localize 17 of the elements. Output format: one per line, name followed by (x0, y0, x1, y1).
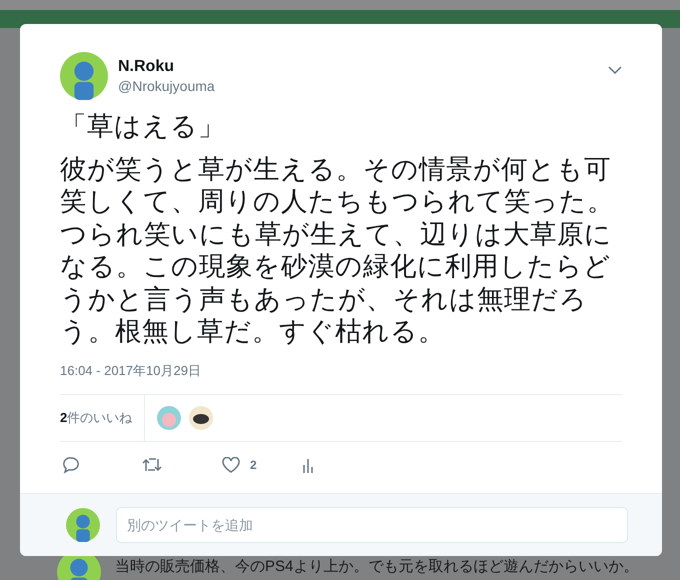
tweet-text: 当時の販売価格、今のPS4より上か。でも元を取れるほど遊んだからいいか。 (115, 557, 638, 577)
tweet-input[interactable]: 別のツイートを追加 (116, 507, 628, 543)
reply-icon[interactable] (62, 456, 80, 474)
tweet-title: 「草はえる」 (60, 110, 226, 142)
heart-icon[interactable] (222, 456, 240, 472)
avatar (66, 508, 100, 542)
like-count: 2 (250, 458, 257, 472)
tweet-text: 彼が笑うと草が生える。その情景が何とも可笑しくて、周りの人たちもつられて笑った。つられ笑いにも草が生えて、辺りは大草原になる。この現象を砂漠の緑化に利用したらどうかと言う声もあったが、それは無理だろう。根無し草だ。すぐ枯れる。 (60, 152, 615, 348)
retweet-icon[interactable] (142, 456, 162, 472)
likes-count[interactable]: 2件のいいね (60, 408, 132, 426)
user-name[interactable]: N.Roku (118, 58, 598, 76)
avatar (60, 52, 108, 100)
user-handle[interactable]: @Nrokujyouma (118, 78, 598, 94)
timestamp[interactable]: 16:04 - 2017年10月29日 (60, 362, 622, 380)
analytics-icon[interactable] (302, 456, 314, 472)
chevron-down-icon[interactable] (608, 66, 622, 74)
avatar[interactable] (189, 406, 214, 430)
